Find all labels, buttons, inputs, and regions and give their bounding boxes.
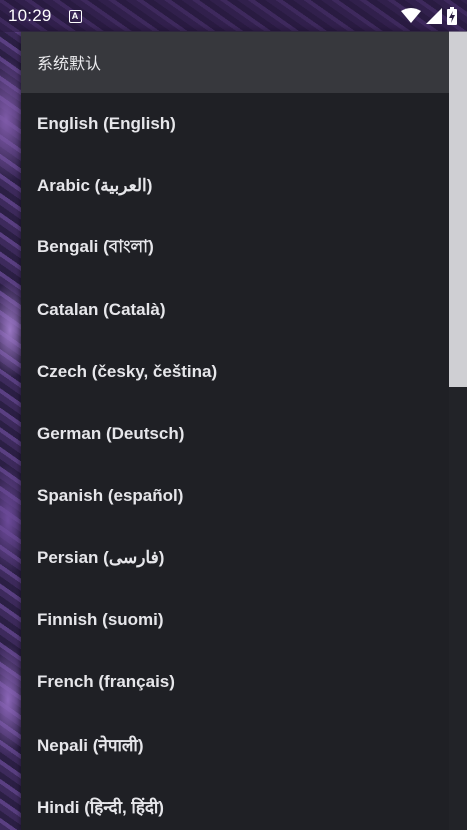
language-item-french[interactable]: French (français): [21, 651, 449, 713]
language-item-bengali[interactable]: Bengali (বাংলা): [21, 217, 449, 279]
language-item-label: Bengali (বাংলা): [37, 237, 154, 256]
language-item-finnish[interactable]: Finnish (suomi): [21, 589, 449, 651]
language-item-hindi[interactable]: Hindi (हिन्दी, हिंदी): [21, 775, 449, 830]
status-icons: [401, 7, 457, 25]
language-item-label: Czech (česky, čeština): [37, 362, 218, 381]
language-item-label: 系统默认: [37, 54, 102, 73]
language-item-label: Finnish (suomi): [37, 610, 164, 629]
language-item-label: Hindi (हिन्दी, हिंदी): [37, 797, 164, 817]
language-item-label: Catalan (Català): [37, 300, 166, 319]
language-item-persian[interactable]: Persian (فارسی): [21, 527, 449, 589]
language-item-label: German (Deutsch): [37, 424, 185, 443]
notification-a-icon: A: [68, 9, 82, 23]
language-item-german[interactable]: German (Deutsch): [21, 403, 449, 465]
language-item-czech[interactable]: Czech (česky, čeština): [21, 341, 449, 403]
scrollbar-thumb[interactable]: [449, 31, 467, 387]
cell-signal-icon: [426, 8, 442, 24]
language-item-label: English (English): [37, 114, 176, 133]
status-time: 10:29: [8, 6, 52, 25]
language-item-english[interactable]: English (English): [21, 93, 449, 155]
wifi-icon: [401, 8, 421, 24]
language-item-arabic[interactable]: Arabic (العربية): [21, 155, 449, 217]
language-item-system-default[interactable]: 系统默认: [21, 31, 449, 93]
language-item-label: Spanish (español): [37, 486, 184, 505]
language-item-label: Persian (فارسی): [37, 548, 165, 567]
language-item-label: French (français): [37, 672, 175, 691]
language-item-spanish[interactable]: Spanish (español): [21, 465, 449, 527]
status-bar: 10:29 A: [0, 0, 467, 32]
language-menu: 系统默认 English (English) Arabic (العربية) …: [21, 31, 449, 830]
language-item-nepali[interactable]: Nepali (नेपाली): [21, 713, 449, 775]
language-item-catalan[interactable]: Catalan (Català): [21, 279, 449, 341]
menu-scrollbar[interactable]: [449, 31, 467, 830]
battery-charging-icon: [447, 7, 457, 25]
language-item-label: Arabic (العربية): [37, 176, 153, 195]
language-item-label: Nepali (नेपाली): [37, 735, 144, 755]
